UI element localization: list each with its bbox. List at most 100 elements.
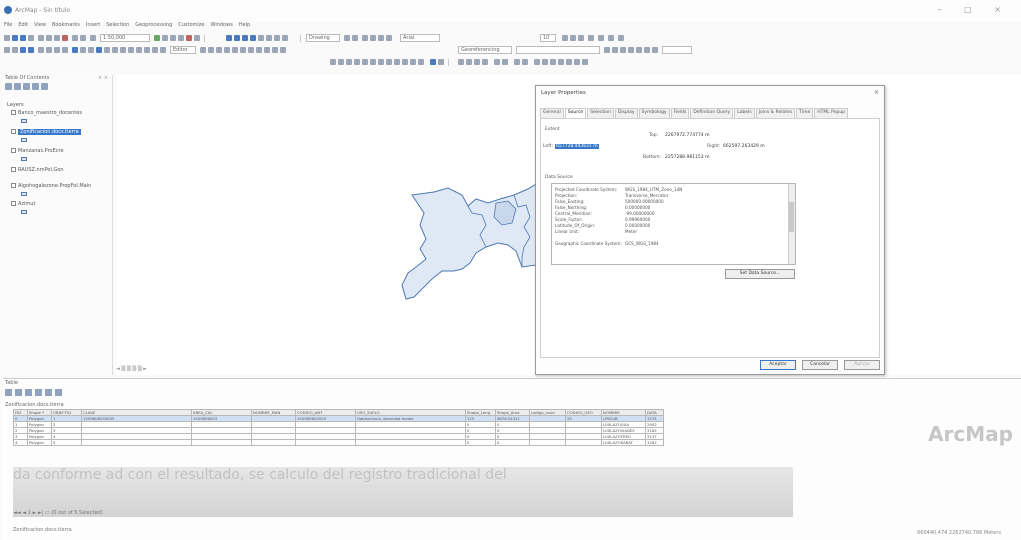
layer-symbol[interactable] (21, 192, 27, 196)
list-by-drawing-order-icon[interactable] (5, 83, 12, 90)
add-data-icon[interactable] (90, 35, 96, 41)
arctoolbox-icon[interactable] (186, 35, 192, 41)
map-scale-combo[interactable]: 1:50,000 (100, 34, 150, 42)
identify-icon[interactable] (96, 47, 102, 53)
print-icon[interactable] (28, 35, 34, 41)
auto-adjust-icon[interactable] (644, 47, 650, 53)
toc-options-icon[interactable] (41, 83, 48, 90)
save-icon[interactable] (20, 35, 26, 41)
menu-selection[interactable]: Selection (106, 22, 129, 32)
layer-visibility-checkbox[interactable] (11, 183, 16, 188)
table-cell[interactable]: 5 (51, 439, 82, 446)
outline-icon[interactable] (608, 35, 614, 41)
table-row[interactable]: 4 Polygon 5 0 0 LUXLAZOSABAT 1282 (13, 439, 664, 446)
swipe-icon[interactable] (370, 59, 376, 65)
table-cell[interactable] (355, 439, 466, 446)
shift-georef-icon[interactable] (612, 47, 618, 53)
tab-labels[interactable]: Labels (734, 108, 755, 118)
view-link-table-icon[interactable] (628, 47, 634, 53)
edit-annotation-icon[interactable] (208, 47, 214, 53)
table-cell[interactable]: Polygon (27, 439, 52, 446)
ok-button[interactable]: Aceptar (760, 360, 796, 370)
edit-tool-icon[interactable] (200, 47, 206, 53)
layout-zoom-icon[interactable] (242, 35, 248, 41)
tab-joins-relates[interactable]: Joins & Relates (755, 108, 796, 118)
extra-tool-6-icon[interactable] (542, 59, 548, 65)
results-icon[interactable] (466, 59, 472, 65)
topology-icon[interactable] (338, 59, 344, 65)
cancel-button[interactable]: Cancelar (802, 360, 838, 370)
select-features-icon[interactable] (72, 47, 78, 53)
font-combo[interactable]: Arial (400, 34, 440, 42)
delete-icon[interactable] (62, 35, 68, 41)
menu-customize[interactable]: Customize (178, 22, 204, 32)
spatial-adjust-icon[interactable] (330, 59, 336, 65)
attributes-icon[interactable] (264, 47, 270, 53)
fill-icon[interactable] (598, 35, 604, 41)
sketch-properties-icon[interactable] (272, 47, 278, 53)
attribute-grid[interactable]: FID Shape * OBJECTID CLAVE AREA_CAL NOMB… (13, 409, 664, 446)
extra-tool-5-icon[interactable] (534, 59, 540, 65)
new-map-icon[interactable] (4, 35, 10, 41)
tab-time[interactable]: Time (796, 108, 814, 118)
layer-symbol[interactable] (21, 138, 27, 142)
toc-layer-azimut[interactable]: Azimut (11, 201, 35, 207)
editor-menu[interactable]: Editor (170, 46, 196, 54)
layer-symbol[interactable] (21, 210, 27, 214)
record-navigator[interactable]: ◄◄ ◄ 1 ► ►| ▭ (0 out of 5 Selected) (13, 510, 103, 516)
fixed-zoom-in-icon[interactable] (38, 47, 44, 53)
menu-help[interactable]: Help (239, 22, 250, 32)
layer-symbol[interactable] (21, 157, 27, 161)
effects-layer-icon[interactable] (438, 59, 444, 65)
model-builder-icon[interactable] (458, 59, 464, 65)
editor-toolbar-icon[interactable] (154, 35, 160, 41)
layer-symbol[interactable] (21, 119, 27, 123)
underline-icon[interactable] (578, 35, 584, 41)
layer-visibility-checkbox[interactable] (11, 201, 16, 206)
table-cell[interactable] (251, 439, 296, 446)
catalog-window-icon[interactable] (170, 35, 176, 41)
tab-symbology[interactable]: Symbology (638, 108, 670, 118)
list-by-visibility-icon[interactable] (23, 83, 30, 90)
forward-extent-icon[interactable] (62, 47, 68, 53)
list-by-source-icon[interactable] (14, 83, 21, 90)
table-cell[interactable]: 0 (495, 439, 530, 446)
open-icon[interactable] (12, 35, 18, 41)
measure-icon[interactable] (128, 47, 134, 53)
menu-edit[interactable]: Edit (18, 22, 28, 32)
straight-segment-icon[interactable] (216, 47, 222, 53)
zoom-in-icon[interactable] (4, 47, 10, 53)
tab-display[interactable]: Display (614, 108, 638, 118)
tab-definition-query[interactable]: Definition Query (690, 108, 734, 118)
rectangle-icon[interactable] (362, 35, 368, 41)
toc-layers-root[interactable]: Layers (7, 102, 24, 108)
fill-color-icon[interactable] (378, 35, 384, 41)
search-window-icon[interactable] (178, 35, 184, 41)
catalog-icon[interactable] (474, 59, 480, 65)
labeling-icon[interactable] (354, 59, 360, 65)
georef-transformation-combo[interactable] (662, 46, 692, 54)
extra-tool-10-icon[interactable] (574, 59, 580, 65)
pan-icon[interactable] (20, 47, 26, 53)
html-popup-icon[interactable] (144, 47, 150, 53)
fixed-zoom-out-icon[interactable] (46, 47, 52, 53)
zoom-out-icon[interactable] (12, 47, 18, 53)
font-size-combo[interactable]: 10 (540, 34, 556, 42)
switch-selection-icon[interactable] (35, 389, 42, 396)
select-elements-icon[interactable] (344, 35, 350, 41)
extra-tool-8-icon[interactable] (558, 59, 564, 65)
clear-table-selection-icon[interactable] (45, 389, 52, 396)
list-by-selection-icon[interactable] (32, 83, 39, 90)
menu-geoprocessing[interactable]: Geoprocessing (135, 22, 172, 32)
trace-icon[interactable] (232, 47, 238, 53)
extra-tool-11-icon[interactable] (582, 59, 588, 65)
paste-icon[interactable] (54, 35, 60, 41)
scrollbar-thumb[interactable] (789, 202, 794, 232)
menu-view[interactable]: View (34, 22, 46, 32)
extra-tool-icon[interactable] (494, 59, 500, 65)
python-window-icon[interactable] (194, 35, 200, 41)
layer-combo-icon[interactable] (430, 59, 436, 65)
effects-icon[interactable] (362, 59, 368, 65)
menu-windows[interactable]: Windows (210, 22, 232, 32)
extra-tool-3-icon[interactable] (514, 59, 520, 65)
